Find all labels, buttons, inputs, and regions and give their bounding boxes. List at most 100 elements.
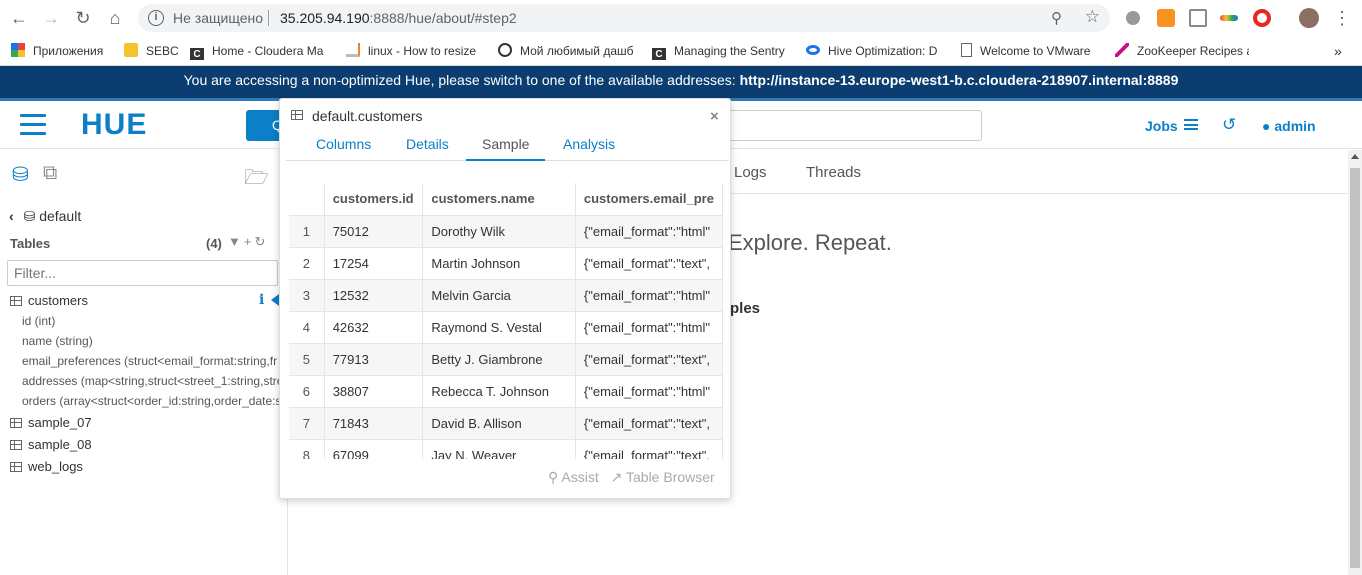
table-filter-input[interactable] (7, 260, 278, 286)
assist-panel: ⛁ ⧉ 🗁 ‹ ⛁ default Tables (4) ▼+↻ custome… (0, 150, 288, 575)
bookmark-sebc[interactable]: SEBC (124, 42, 179, 60)
refresh-icon[interactable]: ↻ (254, 234, 268, 249)
row-number: 3 (289, 279, 325, 312)
user-name: admin (1274, 118, 1316, 134)
page-headline: Explore. Repeat. (728, 230, 892, 255)
feather-icon (1115, 43, 1129, 57)
bookmark-star-icon[interactable]: ☆ (1085, 7, 1100, 27)
column-item[interactable]: orders (array<struct<order_id:string,ord… (22, 394, 280, 408)
table-item-customers[interactable]: customers (10, 293, 88, 308)
bookmark-cloudera-home[interactable]: C Home - Cloudera Ma (190, 42, 327, 60)
column-item[interactable]: addresses (map<string,struct<street_1:st… (22, 374, 280, 388)
column-item[interactable]: email_preferences (struct<email_format:s… (22, 354, 280, 368)
non-optimized-warning-banner: You are accessing a non-optimized Hue, p… (0, 66, 1362, 101)
bookmark-hive-optimization[interactable]: Hive Optimization: D (806, 42, 942, 60)
hamburger-menu-icon[interactable] (20, 114, 46, 136)
bookmark-label: Hive Optimization: D (828, 44, 938, 58)
menu-kebab-icon[interactable]: ⋮ (1330, 6, 1354, 30)
table-item-web-logs[interactable]: web_logs (10, 459, 83, 474)
sample-table-scroll[interactable]: customers.id customers.name customers.em… (289, 183, 723, 459)
apps-grid-icon (11, 43, 25, 57)
reload-icon[interactable]: ↻ (71, 6, 95, 30)
table-cell: {"email_format":"text", (575, 343, 723, 376)
database-icon[interactable]: ⛁ (12, 162, 29, 187)
bookmark-linux-resize[interactable]: linux - How to resize (346, 42, 478, 60)
documents-icon[interactable]: ⧉ (43, 162, 57, 185)
rainbow-extension-icon[interactable] (1220, 15, 1238, 21)
extension-circle-icon[interactable] (1126, 11, 1140, 25)
table-cell: {"email_format":"html" (575, 375, 723, 408)
table-row: 8 67099 Jay N. Weaver {"email_format":"text… (289, 439, 723, 459)
folder-open-icon[interactable]: 🗁 (244, 163, 269, 197)
external-link-icon: ↗ (610, 469, 623, 485)
page-scrollbar[interactable] (1348, 150, 1362, 575)
table-item-sample-08[interactable]: sample_08 (10, 437, 92, 452)
cloudera-c-icon: C (190, 48, 204, 60)
section-subhead: ples (730, 300, 761, 317)
filter-funnel-icon[interactable]: ▼ (228, 234, 244, 249)
bookmark-apps[interactable]: Приложения (11, 42, 111, 60)
info-icon[interactable]: i (148, 10, 164, 26)
bookmark-zookeeper[interactable]: ZooKeeper Recipes a (1115, 42, 1249, 60)
table-row: 2 17254 Martin Johnson {"email_format":"tex… (289, 247, 723, 280)
tab-columns[interactable]: Columns (316, 136, 371, 152)
bookmark-sentry[interactable]: C Managing the Sentry (652, 42, 788, 60)
bookmark-vmware[interactable]: Welcome to VMware (961, 42, 1095, 60)
table-cell: 67099 (324, 439, 424, 459)
jobs-link[interactable]: Jobs (1145, 118, 1178, 134)
back-arrow-icon[interactable]: ← (7, 6, 31, 30)
key-icon[interactable]: ⚲ (1051, 9, 1062, 27)
table-item-sample-07[interactable]: sample_07 (10, 415, 92, 430)
back-chevron-icon[interactable]: ‹ (9, 208, 14, 224)
tab-details[interactable]: Details (406, 136, 449, 152)
history-icon[interactable]: ↺ (1222, 115, 1236, 135)
popover-tabs: Columns Details Sample Analysis (286, 130, 728, 161)
opera-icon[interactable] (1253, 9, 1271, 27)
popover-caret (271, 294, 279, 306)
hue-logo[interactable]: HUE (81, 110, 147, 140)
assist-button[interactable]: ⚲ Assist (548, 469, 599, 485)
tab-analysis[interactable]: Analysis (563, 136, 615, 152)
tab-sample[interactable]: Sample (466, 136, 546, 161)
rss-icon[interactable] (1157, 9, 1175, 27)
folder-icon (124, 43, 138, 57)
page-icon (961, 43, 972, 57)
bookmark-dashboard[interactable]: Мой любимый дашб (498, 42, 634, 60)
column-header[interactable]: customers.name (422, 183, 576, 216)
column-header[interactable]: customers.email_pre (575, 183, 723, 216)
jobs-list-icon[interactable] (1184, 119, 1198, 130)
table-icon (10, 418, 22, 428)
scrollbar-thumb[interactable] (1350, 168, 1360, 568)
database-name: default (39, 208, 82, 224)
column-item[interactable]: name (string) (22, 334, 280, 348)
profile-avatar[interactable] (1299, 8, 1319, 28)
address-bar[interactable]: i Не защищено 35.205.94.190:8888/hue/abo… (138, 4, 1110, 32)
close-icon[interactable]: × (710, 108, 719, 125)
column-item[interactable]: id (int) (22, 314, 280, 328)
row-number: 7 (289, 407, 325, 440)
table-row: 5 77913 Betty J. Giambrone {"email_format":… (289, 343, 723, 376)
column-header (289, 183, 325, 216)
table-info-icon[interactable]: i (259, 292, 264, 308)
global-search-input[interactable] (720, 110, 982, 141)
table-icon (10, 296, 22, 306)
table-browser-button[interactable]: ↗ Table Browser (611, 469, 715, 485)
column-header[interactable]: customers.id (324, 183, 424, 216)
forward-arrow-icon[interactable]: → (39, 6, 63, 30)
table-name: web_logs (28, 459, 83, 474)
table-preview-popover: default.customers × Columns Details Samp… (279, 98, 731, 499)
tab-threads[interactable]: Threads (806, 164, 861, 181)
banner-address-link[interactable]: http://instance-13.europe-west1-b.c.clou… (740, 72, 1179, 88)
table-icon (10, 440, 22, 450)
banner-text: You are accessing a non-optimized Hue, p… (183, 72, 736, 88)
more-bookmarks-chevron-icon[interactable]: » (1334, 42, 1342, 60)
edit-extension-icon[interactable] (1189, 9, 1207, 27)
add-icon[interactable]: + (244, 234, 255, 249)
table-name: sample_08 (28, 437, 92, 452)
scroll-up-arrow-icon[interactable] (1351, 154, 1359, 159)
database-breadcrumb[interactable]: ‹ ⛁ default (9, 208, 81, 225)
home-icon[interactable]: ⌂ (103, 6, 127, 30)
tab-logs[interactable]: Logs (734, 164, 767, 181)
table-cell: 71843 (324, 407, 424, 440)
user-menu[interactable]: ● admin (1262, 118, 1316, 134)
